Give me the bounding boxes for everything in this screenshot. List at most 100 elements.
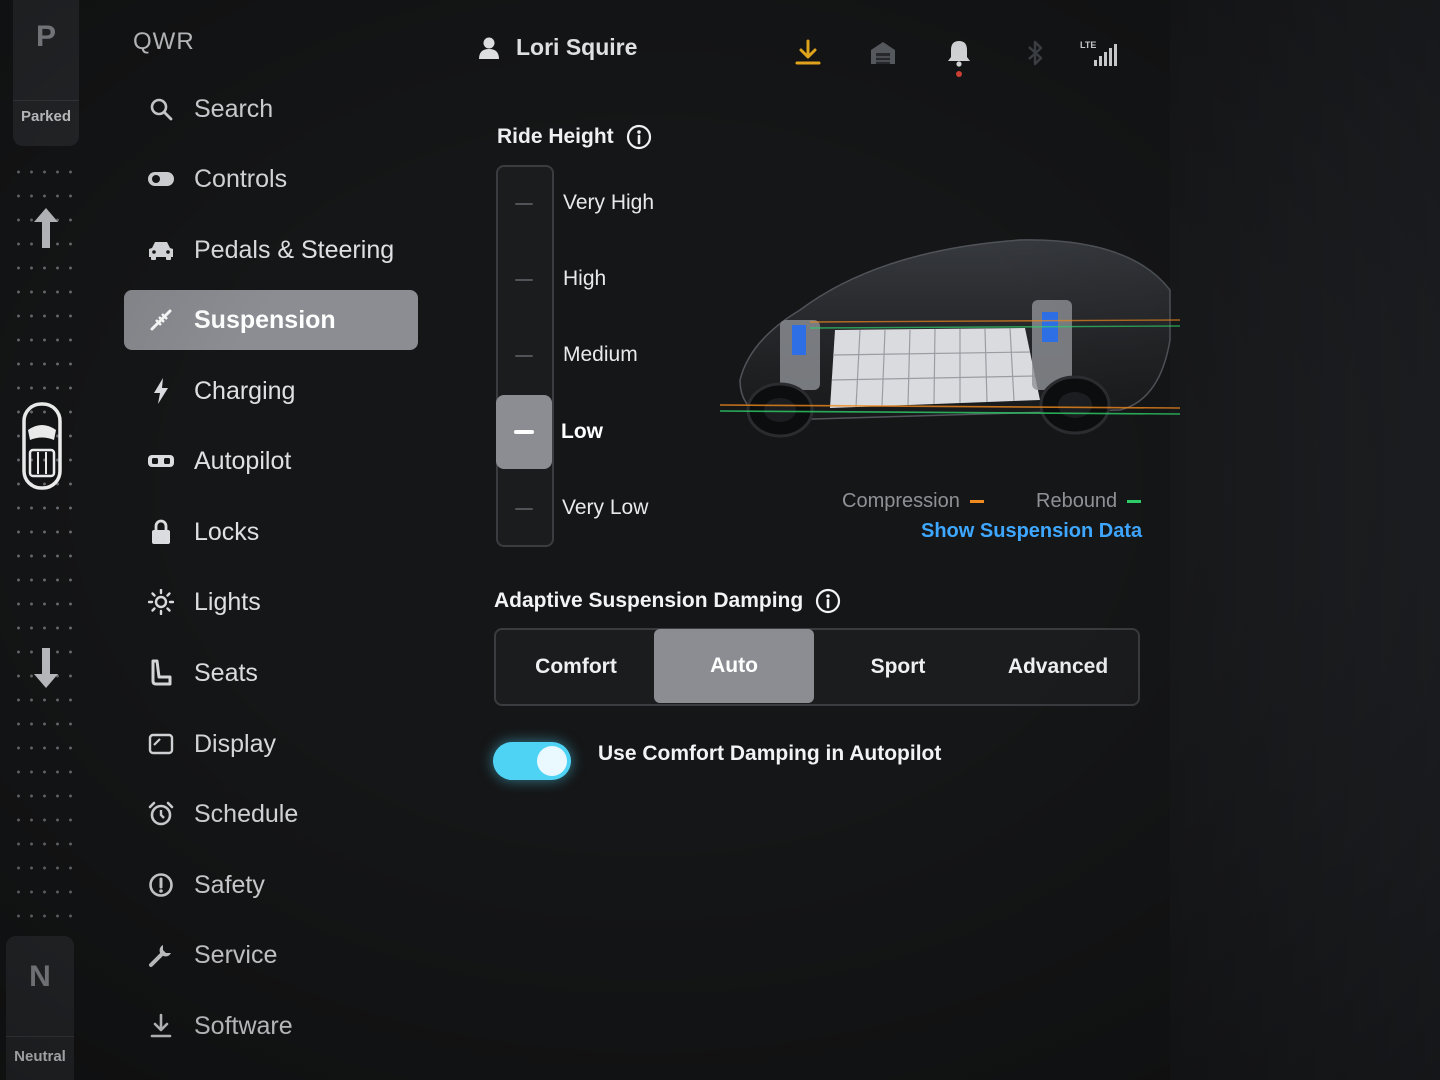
wrench-icon (146, 940, 176, 970)
sidebar-item-suspension[interactable]: Suspension (124, 290, 418, 350)
ride-height-option-very-low[interactable]: Very Low (562, 496, 648, 520)
notification-bell-icon[interactable] (944, 38, 974, 80)
ride-height-tick (515, 508, 533, 510)
ride-height-option-medium[interactable]: Medium (563, 343, 638, 367)
sidebar-item-label: Schedule (194, 799, 299, 828)
download-icon (146, 1011, 176, 1041)
cellular-signal-icon: LTE (1080, 40, 1122, 68)
sidebar-item-charging[interactable]: Charging (124, 361, 418, 421)
damping-mode-selector: Comfort Auto Sport Advanced (494, 628, 1140, 706)
sidebar-item-display[interactable]: Display (124, 714, 418, 774)
user-icon (479, 37, 499, 59)
sidebar-title: QWR (133, 28, 195, 55)
gear-park-button[interactable]: P Parked (13, 0, 79, 146)
ride-height-option-low[interactable]: Low (561, 420, 603, 444)
sidebar-item-software[interactable]: Software (124, 996, 418, 1056)
sidebar-item-search[interactable]: Search (124, 79, 418, 139)
sidebar-item-label: Safety (194, 870, 265, 899)
ride-height-option-very-high[interactable]: Very High (563, 191, 654, 215)
sidebar-item-autopilot[interactable]: Autopilot (124, 431, 418, 491)
car-icon (146, 235, 176, 265)
thumb-grip (514, 430, 534, 434)
ride-height-tick (515, 279, 533, 281)
sidebar-item-label: Controls (194, 164, 288, 193)
search-icon (146, 94, 176, 124)
sidebar-item-safety[interactable]: Safety (124, 855, 418, 915)
rebound-legend: Rebound (1036, 490, 1142, 513)
info-icon[interactable] (626, 124, 652, 150)
sidebar-item-label: Display (194, 729, 276, 758)
arrow-down-icon (34, 648, 58, 688)
sidebar-item-lights[interactable]: Lights (124, 572, 418, 632)
toggle-icon (146, 164, 176, 194)
alert-circle-icon (146, 870, 176, 900)
sidebar-item-service[interactable]: Service (124, 925, 418, 985)
gear-label-parked: Parked (20, 108, 72, 125)
user-name: Lori Squire (516, 34, 638, 60)
lightning-icon (146, 376, 176, 406)
gear-divider (6, 1036, 74, 1037)
sidebar-item-label: Autopilot (194, 446, 292, 475)
gear-neutral-button[interactable]: N Neutral (6, 936, 74, 1080)
arrow-up-icon (34, 208, 58, 248)
car-top-view-icon[interactable] (18, 400, 66, 492)
settings-sidebar: QWR Search Controls Pedals & Steering Su… (120, 0, 430, 1080)
sidebar-item-label: Lights (194, 587, 261, 616)
bluetooth-icon[interactable] (1020, 38, 1050, 68)
sidebar-item-schedule[interactable]: Schedule (124, 784, 418, 844)
sidebar-item-controls[interactable]: Controls (124, 149, 418, 209)
sidebar-item-label: Charging (194, 376, 296, 405)
car-suspension-illustration (720, 239, 1180, 438)
compression-label: Compression (842, 490, 960, 512)
comfort-damping-autopilot-label: Use Comfort Damping in Autopilot (598, 742, 942, 765)
info-icon[interactable] (815, 588, 841, 614)
sun-icon (146, 587, 176, 617)
ride-height-slider-thumb[interactable] (496, 395, 552, 469)
sidebar-item-label: Suspension (194, 305, 336, 334)
damping-option-sport[interactable]: Sport (818, 630, 978, 704)
software-update-icon[interactable] (793, 38, 823, 68)
sidebar-item-label: Software (194, 1011, 293, 1040)
ride-height-slider[interactable] (496, 165, 554, 547)
gear-drag-track[interactable] (12, 160, 74, 930)
rebound-swatch (1127, 500, 1142, 503)
compression-legend: Compression (842, 490, 984, 513)
ride-height-option-high[interactable]: High (563, 267, 606, 291)
damping-option-auto[interactable]: Auto (654, 629, 814, 703)
user-profile[interactable]: Lori Squire (478, 34, 637, 61)
sidebar-item-label: Seats (194, 658, 258, 687)
sidebar-item-locks[interactable]: Locks (124, 502, 418, 562)
compression-swatch (969, 500, 984, 503)
gear-selector: P Parked N Neutral (0, 0, 95, 1080)
garage-icon[interactable] (868, 38, 898, 68)
gear-letter-n: N (29, 960, 51, 993)
show-suspension-data-link[interactable]: Show Suspension Data (921, 520, 1142, 543)
display-icon (146, 729, 176, 759)
right-panel-shade (1170, 0, 1440, 1080)
seat-icon (146, 658, 176, 688)
gear-label-neutral: Neutral (14, 1048, 66, 1065)
ride-height-tick (515, 355, 533, 357)
ride-height-tick (515, 203, 533, 205)
steering-icon (146, 446, 176, 476)
sidebar-item-label: Locks (194, 517, 260, 546)
suspension-icon (146, 305, 176, 335)
alarm-icon (146, 799, 176, 829)
damping-option-comfort[interactable]: Comfort (496, 630, 656, 704)
gear-letter-p: P (35, 20, 56, 53)
damping-option-advanced[interactable]: Advanced (978, 630, 1138, 704)
ride-height-title: Ride Height (497, 124, 652, 150)
rebound-label: Rebound (1036, 490, 1118, 512)
sidebar-item-pedals-steering[interactable]: Pedals & Steering (124, 220, 418, 280)
damping-title-text: Adaptive Suspension Damping (494, 589, 804, 612)
sidebar-item-seats[interactable]: Seats (124, 643, 418, 703)
toggle-knob (537, 746, 567, 776)
sidebar-item-label: Service (194, 940, 278, 969)
ride-height-title-text: Ride Height (497, 125, 614, 148)
damping-title: Adaptive Suspension Damping (494, 588, 841, 614)
gear-divider (13, 100, 79, 101)
lock-icon (146, 517, 176, 547)
sidebar-item-label: Search (194, 94, 274, 123)
comfort-damping-autopilot-toggle[interactable] (493, 742, 571, 780)
sidebar-item-label: Pedals & Steering (194, 235, 395, 264)
